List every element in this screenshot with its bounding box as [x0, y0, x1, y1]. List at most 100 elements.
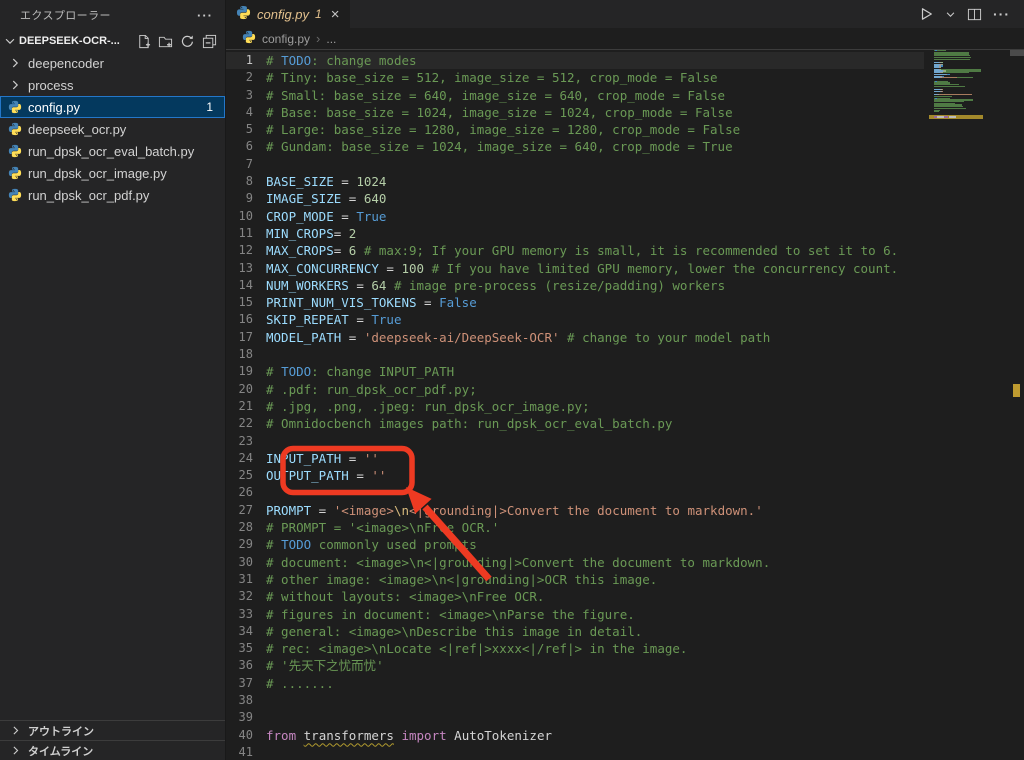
explorer-sidebar: エクスプローラー ··· DEEPSEEK-OCR-... deepencode…: [0, 0, 225, 760]
code-line-37[interactable]: 37# .......: [226, 675, 924, 692]
sidebar-item-config-py[interactable]: config.py1: [0, 96, 225, 118]
workspace-name: DEEPSEEK-OCR-...: [19, 35, 120, 47]
python-file-icon: [7, 187, 23, 203]
code-line-13[interactable]: 13MAX_CONCURRENCY = 100 # If you have li…: [226, 260, 924, 277]
line-content: [253, 692, 266, 709]
code-line-10[interactable]: 10CROP_MODE = True: [226, 208, 924, 225]
line-content: # document: <image>\n<|grounding|>Conver…: [253, 554, 770, 571]
run-icon[interactable]: [918, 6, 934, 22]
code-line-28[interactable]: 28# PROMPT = '<image>\nFree OCR.': [226, 519, 924, 536]
line-number: 11: [226, 225, 253, 242]
code-line-16[interactable]: 16SKIP_REPEAT = True: [226, 311, 924, 328]
line-number: 29: [226, 536, 253, 553]
code-line-6[interactable]: 6# Gundam: base_size = 1024, image_size …: [226, 138, 924, 155]
file-label: run_dpsk_ocr_eval_batch.py: [28, 144, 194, 159]
sidebar-item-run-dpsk-ocr-pdf-py[interactable]: run_dpsk_ocr_pdf.py: [0, 184, 225, 206]
sidebar-item-run-dpsk-ocr-eval-batch-py[interactable]: run_dpsk_ocr_eval_batch.py: [0, 140, 225, 162]
line-content: MODEL_PATH = 'deepseek-ai/DeepSeek-OCR' …: [253, 329, 770, 346]
code-line-33[interactable]: 33# figures in document: <image>\nParse …: [226, 606, 924, 623]
chevron-down-icon[interactable]: [945, 9, 956, 20]
code-line-26[interactable]: 26: [226, 484, 924, 501]
code-line-30[interactable]: 30# document: <image>\n<|grounding|>Conv…: [226, 554, 924, 571]
collapse-all-icon[interactable]: [202, 34, 217, 49]
more-actions-icon[interactable]: ···: [993, 6, 1010, 22]
tab-label: config.py: [257, 7, 309, 22]
code-line-34[interactable]: 34# general: <image>\nDescribe this imag…: [226, 623, 924, 640]
code-line-14[interactable]: 14NUM_WORKERS = 64 # image pre-process (…: [226, 277, 924, 294]
code-line-24[interactable]: 24INPUT_PATH = '': [226, 450, 924, 467]
code-line-39[interactable]: 39: [226, 709, 924, 726]
code-line-8[interactable]: 8BASE_SIZE = 1024: [226, 173, 924, 190]
split-editor-icon[interactable]: [967, 7, 982, 22]
sidebar-item-process[interactable]: process: [0, 74, 225, 96]
line-number: 27: [226, 502, 253, 519]
code-line-19[interactable]: 19# TODO: change INPUT_PATH: [226, 363, 924, 380]
code-line-35[interactable]: 35# rec: <image>\nLocate <|ref|>xxxx<|/r…: [226, 640, 924, 657]
line-content: BASE_SIZE = 1024: [253, 173, 386, 190]
code-line-12[interactable]: 12MAX_CROPS= 6 # max:9; If your GPU memo…: [226, 242, 924, 259]
line-content: # without layouts: <image>\nFree OCR.: [253, 588, 544, 605]
minimap-line: [929, 118, 983, 119]
code-line-31[interactable]: 31# other image: <image>\n<|grounding|>O…: [226, 571, 924, 588]
breadcrumb-file[interactable]: config.py: [262, 32, 310, 46]
code-line-27[interactable]: 27PROMPT = '<image>\n<|grounding|>Conver…: [226, 502, 924, 519]
line-content: [253, 346, 266, 363]
code-line-21[interactable]: 21# .jpg, .png, .jpeg: run_dpsk_ocr_imag…: [226, 398, 924, 415]
code-line-5[interactable]: 5# Large: base_size = 1280, image_size =…: [226, 121, 924, 138]
line-content: # Omnidocbench images path: run_dpsk_ocr…: [253, 415, 672, 432]
scrollbar-thumb[interactable]: [1010, 50, 1024, 56]
line-number: 25: [226, 467, 253, 484]
code-line-4[interactable]: 4# Base: base_size = 1024, image_size = …: [226, 104, 924, 121]
line-number: 15: [226, 294, 253, 311]
outline-label: アウトライン: [28, 723, 94, 739]
line-number: 22: [226, 415, 253, 432]
new-folder-icon[interactable]: [158, 34, 173, 49]
code-line-25[interactable]: 25OUTPUT_PATH = '': [226, 467, 924, 484]
code-line-29[interactable]: 29# TODO commonly used prompts: [226, 536, 924, 553]
code-line-20[interactable]: 20# .pdf: run_dpsk_ocr_pdf.py;: [226, 381, 924, 398]
code-line-18[interactable]: 18: [226, 346, 924, 363]
modified-count-badge: 1: [206, 100, 225, 114]
timeline-label: タイムライン: [28, 743, 93, 759]
breadcrumb-separator: ›: [316, 31, 320, 46]
code-line-1[interactable]: 1# TODO: change modes: [226, 52, 924, 69]
code-editor[interactable]: 1# TODO: change modes2# Tiny: base_size …: [226, 50, 1024, 760]
refresh-icon[interactable]: [180, 34, 195, 49]
tab-config-py[interactable]: config.py 1 ×: [226, 0, 350, 28]
code-line-3[interactable]: 3# Small: base_size = 640, image_size = …: [226, 87, 924, 104]
code-line-17[interactable]: 17MODEL_PATH = 'deepseek-ai/DeepSeek-OCR…: [226, 329, 924, 346]
line-number: 20: [226, 381, 253, 398]
sidebar-item-deepseek-ocr-py[interactable]: deepseek_ocr.py: [0, 118, 225, 140]
code-line-7[interactable]: 7: [226, 156, 924, 173]
code-line-40[interactable]: 40from transformers import AutoTokenizer: [226, 727, 924, 744]
line-number: 24: [226, 450, 253, 467]
code-line-23[interactable]: 23: [226, 433, 924, 450]
code-line-15[interactable]: 15PRINT_NUM_VIS_TOKENS = False: [226, 294, 924, 311]
workspace-section-header[interactable]: DEEPSEEK-OCR-...: [0, 30, 225, 52]
code-line-38[interactable]: 38: [226, 692, 924, 709]
minimap[interactable]: [929, 50, 983, 180]
line-content: # Large: base_size = 1280, image_size = …: [253, 121, 740, 138]
code-line-32[interactable]: 32# without layouts: <image>\nFree OCR.: [226, 588, 924, 605]
code-line-9[interactable]: 9IMAGE_SIZE = 640: [226, 190, 924, 207]
line-number: 3: [226, 87, 253, 104]
code-line-22[interactable]: 22# Omnidocbench images path: run_dpsk_o…: [226, 415, 924, 432]
line-number: 13: [226, 260, 253, 277]
close-icon[interactable]: ×: [331, 6, 340, 23]
line-number: 8: [226, 173, 253, 190]
new-file-icon[interactable]: [136, 34, 151, 49]
code-line-11[interactable]: 11MIN_CROPS= 2: [226, 225, 924, 242]
line-content: [253, 156, 266, 173]
code-line-36[interactable]: 36# '先天下之忧而忧': [226, 657, 924, 674]
code-line-41[interactable]: 41: [226, 744, 924, 760]
timeline-section[interactable]: タイムライン: [0, 740, 225, 760]
line-content: MAX_CROPS= 6 # max:9; If your GPU memory…: [253, 242, 898, 259]
more-actions-icon[interactable]: ···: [197, 8, 213, 23]
breadcrumb-more[interactable]: ...: [326, 32, 336, 46]
code-line-2[interactable]: 2# Tiny: base_size = 512, image_size = 5…: [226, 69, 924, 86]
outline-section[interactable]: アウトライン: [0, 720, 225, 740]
sidebar-item-run-dpsk-ocr-image-py[interactable]: run_dpsk_ocr_image.py: [0, 162, 225, 184]
sidebar-item-deepencoder[interactable]: deepencoder: [0, 52, 225, 74]
line-number: 32: [226, 588, 253, 605]
code-lines: 1# TODO: change modes2# Tiny: base_size …: [226, 52, 924, 760]
